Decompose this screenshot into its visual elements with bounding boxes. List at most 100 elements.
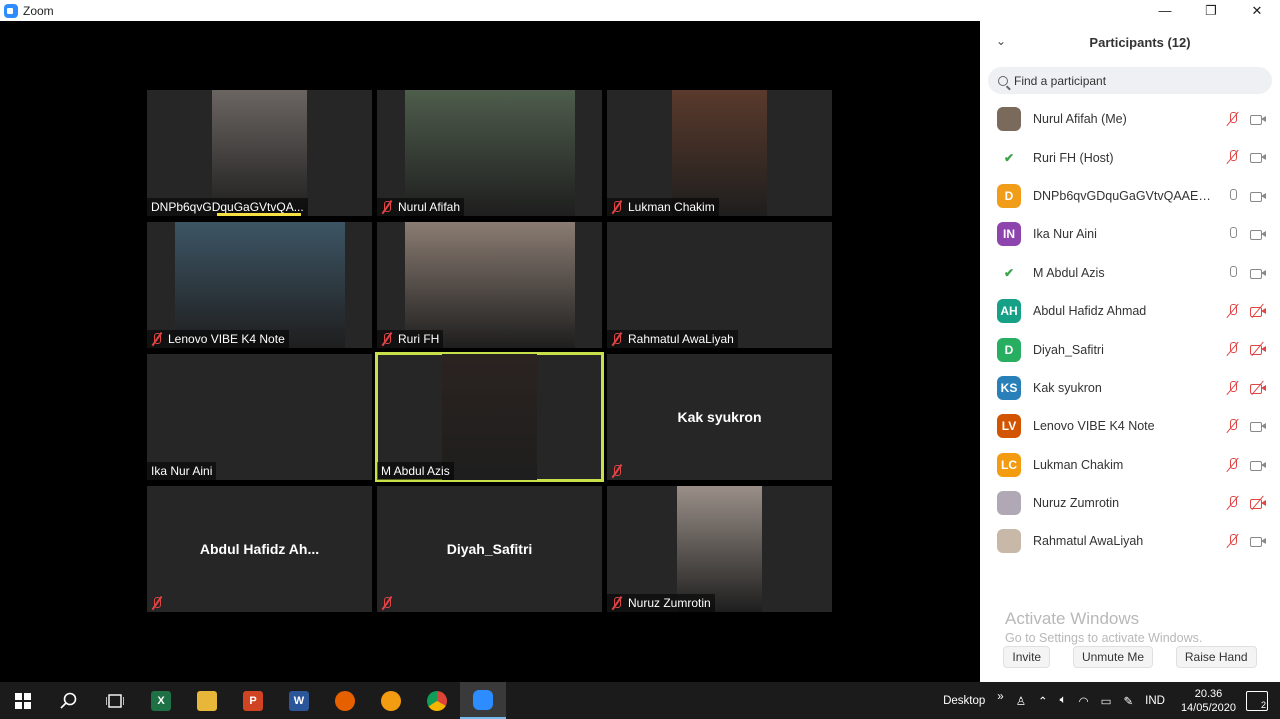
video-camera-icon (1250, 534, 1266, 548)
language-indicator[interactable]: IND (1145, 695, 1165, 707)
word-app[interactable]: W (276, 682, 322, 719)
panel-title: Participants (12) (1089, 34, 1191, 50)
video-off-icon (1250, 380, 1266, 396)
zoom-logo-icon (4, 3, 18, 18)
participant-name: Kak syukron (1033, 380, 1102, 395)
chrome-app[interactable] (414, 682, 460, 719)
participant-row[interactable]: AH Abdul Hafidz Ahmad (980, 292, 1280, 330)
avatar: KS (997, 375, 1021, 400)
clock[interactable]: 20.36 14/05/2020 (1181, 687, 1236, 715)
mic-muted-icon (1226, 495, 1240, 510)
tile-name-label: Lenovo VIBE K4 Note (147, 330, 289, 348)
video-tile[interactable]: Rahmatul AwaLiyah (607, 222, 832, 348)
video-tile[interactable]: Diyah_Safitri (377, 486, 602, 612)
show-hidden-icons-chevron[interactable]: ⌃ (1038, 694, 1048, 708)
video-tile[interactable]: Ika Nur Aini (147, 354, 372, 480)
participant-row[interactable]: Rahmatul AwaLiyah (980, 522, 1280, 560)
avatar (997, 491, 1021, 516)
participant-name: Nuruz Zumrotin (1033, 496, 1120, 511)
window-title: Zoom (23, 3, 54, 18)
activate-windows-watermark: Activate Windows Go to Settings to activ… (1005, 609, 1202, 645)
excel-icon: X (151, 690, 171, 711)
participant-list: Nurul Afifah (Me) ✔ Ruri FH (Host) D DNPb6qv… (980, 100, 1280, 561)
active-speaker-indicator (217, 213, 301, 216)
tile-name-label: Nurul Afifah (377, 198, 465, 216)
invite-button[interactable]: Invite (1003, 646, 1051, 668)
participant-row[interactable]: D DNPb6qvGDquGaGVtvQAAEAAA... (980, 177, 1280, 215)
firefox-app[interactable] (322, 682, 368, 719)
tile-name-text: Nurul Afifah (398, 200, 461, 214)
tile-name-text: Rahmatul AwaLiyah (628, 332, 734, 346)
toolbar-expand-chevron[interactable]: » (997, 691, 1003, 703)
unmute-me-button[interactable]: Unmute Me (1072, 646, 1153, 668)
excel-app[interactable]: X (138, 682, 184, 719)
participants-panel: ⌄ Participants (12) Nurul Afifah (Me) ✔ Ru… (980, 21, 1280, 682)
mic-muted-icon (611, 464, 623, 478)
battery-icon[interactable]: ▭ (1101, 694, 1112, 708)
video-tile[interactable]: Nurul Afifah (377, 90, 602, 216)
video-gallery: DNPb6qvGDquGaGVtvQA... Nurul Afifah Lukman… (0, 21, 980, 682)
avatar (997, 107, 1021, 132)
participant-name: Lukman Chakim (1033, 457, 1124, 472)
video-tile[interactable]: Lukman Chakim (607, 90, 832, 216)
video-off-icon (1250, 495, 1266, 511)
maximize-button[interactable]: ❐ (1188, 0, 1234, 21)
participant-search[interactable] (988, 67, 1272, 94)
search-input[interactable] (1014, 73, 1244, 88)
mic-muted-icon (1226, 457, 1240, 472)
participant-row[interactable]: Nurul Afifah (Me) (980, 100, 1280, 138)
video-camera-icon (1250, 112, 1266, 126)
notifications-icon[interactable]: 2 (1246, 690, 1268, 711)
avatar: D (997, 183, 1021, 208)
avatar: D (997, 337, 1021, 362)
participant-name: Nurul Afifah (Me) (1033, 112, 1127, 127)
video-tile[interactable]: Nuruz Zumrotin (607, 486, 832, 612)
search-icon (60, 692, 77, 709)
start-button[interactable] (0, 682, 46, 719)
participant-row[interactable]: LV Lenovo VIBE K4 Note (980, 407, 1280, 445)
tile-name-label (147, 594, 172, 612)
video-tile[interactable]: Ruri FH (377, 222, 602, 348)
file-explorer-app[interactable] (184, 682, 230, 719)
video-tile[interactable]: Kak syukron (607, 354, 832, 480)
participant-name: Abdul Hafidz Ahmad (1033, 304, 1147, 319)
powerpoint-app[interactable]: P (230, 682, 276, 719)
pen-icon[interactable]: ✎ (1123, 694, 1133, 708)
media-app[interactable] (368, 682, 414, 719)
video-tile[interactable]: Lenovo VIBE K4 Note (147, 222, 372, 348)
task-view-button[interactable] (92, 682, 138, 719)
participant-row[interactable]: LC Lukman Chakim (980, 446, 1280, 484)
tile-display-name: Abdul Hafidz Ah... (199, 541, 320, 557)
tile-name-label: Rahmatul AwaLiyah (607, 330, 738, 348)
mic-muted-icon (1226, 112, 1240, 126)
video-camera-icon (1250, 227, 1266, 241)
mic-muted-icon (151, 596, 163, 610)
mic-muted-icon (381, 596, 393, 610)
video-tile[interactable]: M Abdul Azis (375, 352, 604, 482)
close-button[interactable]: ✕ (1234, 0, 1280, 21)
minimize-button[interactable]: — (1142, 0, 1188, 21)
tile-name-text: Lenovo VIBE K4 Note (168, 332, 285, 346)
video-tile[interactable]: Abdul Hafidz Ah... (147, 486, 372, 612)
volume-icon[interactable]: 🔈︎ (1060, 694, 1067, 707)
desktop-toolbar[interactable]: Desktop (943, 695, 985, 707)
participant-row[interactable]: IN Ika Nur Aini (980, 215, 1280, 253)
participant-row[interactable]: D Diyah_Safitri (980, 330, 1280, 368)
video-tile[interactable]: DNPb6qvGDquGaGVtvQA... (147, 90, 372, 216)
zoom-app[interactable] (460, 682, 506, 719)
tile-name-text: Ruri FH (398, 332, 440, 346)
collapse-chevron-icon[interactable]: ⌄ (996, 34, 1006, 48)
taskbar-search-button[interactable] (46, 682, 92, 719)
participant-row[interactable]: ✔ M Abdul Azis (980, 254, 1280, 292)
video-off-icon (1250, 342, 1266, 357)
participant-row[interactable]: KS Kak syukron (980, 369, 1280, 407)
mic-icon (1226, 188, 1240, 203)
people-icon[interactable]: ♙ (1016, 694, 1026, 708)
clock-date: 14/05/2020 (1180, 701, 1236, 714)
raise-hand-button[interactable]: Raise Hand (1175, 646, 1257, 668)
windows-taskbar: X P W Desktop » ♙ ⌃ 🔈︎ ◠ ▭ ✎ IND 20.36 1… (0, 682, 1280, 719)
video-camera-icon (1250, 419, 1266, 433)
network-icon[interactable]: ◠ (1079, 694, 1089, 708)
participant-row[interactable]: ✔ Ruri FH (Host) (980, 138, 1280, 176)
participant-row[interactable]: Nuruz Zumrotin (980, 484, 1280, 522)
